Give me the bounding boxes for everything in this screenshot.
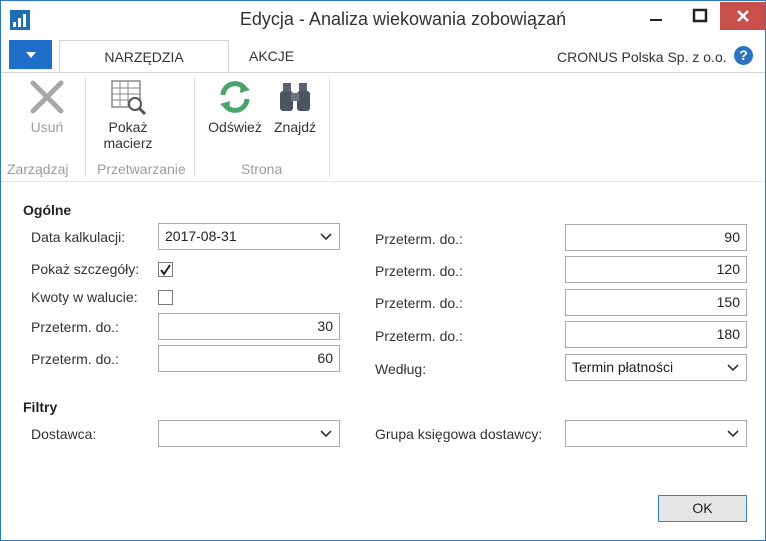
currency-amounts-checkbox[interactable] [158,290,173,305]
overdue-label-6: Przeterm. do.: [375,328,463,344]
application-menu-button[interactable] [9,40,52,69]
dialog-window: Edycja - Analiza wiekowania zobowiązań N… [0,0,766,541]
show-details-label: Pokaż szczegóły: [31,261,140,277]
show-details-checkbox[interactable] [158,262,173,277]
close-icon [736,10,749,22]
minimize-button[interactable] [634,2,678,30]
title-bar[interactable]: Edycja - Analiza wiekowania zobowiązań [1,1,765,38]
by-select-value: Termin płatności [572,359,674,375]
calc-date-input[interactable]: 2017-08-31 [158,223,340,250]
show-matrix-label-1: Pokaż [108,119,148,135]
section-title-filters: Filtry [23,399,58,415]
overdue-input-6[interactable]: 180 [565,321,747,348]
minimize-icon [650,19,662,21]
show-matrix-label-2: macierz [103,135,153,151]
group-label-manage: Zarządzaj [7,161,69,177]
posting-group-label: Grupa księgowa dostawcy: [375,426,543,442]
find-button[interactable]: Znajdź [269,77,321,135]
overdue-input-1[interactable]: 30 [158,313,340,340]
overdue-input-5[interactable]: 150 [565,289,747,316]
group-label-page: Strona [241,161,283,177]
currency-amounts-label: Kwoty w walucie: [31,289,138,305]
overdue-label-3: Przeterm. do.: [375,231,463,247]
dropdown-arrow-icon [25,51,36,58]
delete-button-label: Usuń [30,119,64,135]
show-matrix-button[interactable]: Pokaż macierz [97,77,159,151]
overdue-input-4[interactable]: 120 [565,256,747,283]
section-title-general: Ogólne [23,202,72,218]
maximize-button[interactable] [678,2,722,30]
delete-button[interactable]: Usuń [23,77,71,135]
overdue-label-5: Przeterm. do.: [375,295,463,311]
ok-button[interactable]: OK [658,495,747,522]
posting-group-input[interactable] [565,420,747,447]
group-label-processing: Przetwarzanie [97,161,186,177]
binoculars-icon [275,77,315,117]
chevron-down-icon[interactable] [319,224,333,249]
ribbon-tab-bar: NARZĘDZIA GŁÓWNE AKCJE CRONUS Polska Sp.… [1,38,765,97]
chevron-down-icon[interactable] [319,421,333,446]
calc-date-label: Data kalkulacji: [31,229,126,245]
maximize-icon [692,8,708,23]
group-separator [329,77,330,177]
delete-x-icon [27,77,67,117]
matrix-icon [108,77,148,117]
close-button[interactable] [720,2,765,30]
by-label: Według: [375,361,427,377]
vendor-label: Dostawca: [31,426,97,442]
group-separator [85,77,86,177]
refresh-button[interactable]: Odśwież [206,77,264,135]
overdue-label-1: Przeterm. do.: [31,319,119,335]
help-button[interactable]: ? [734,46,753,65]
refresh-button-label: Odśwież [208,119,262,135]
company-name: CRONUS Polska Sp. z o.o. [557,49,727,65]
overdue-input-3[interactable]: 90 [565,224,747,251]
refresh-icon [215,77,255,117]
tab-home[interactable]: NARZĘDZIA GŁÓWNE [59,40,229,97]
vendor-input[interactable] [158,420,340,447]
tab-actions[interactable]: AKCJE [237,40,306,72]
overdue-label-4: Przeterm. do.: [375,263,463,279]
overdue-label-2: Przeterm. do.: [31,351,119,367]
by-select[interactable]: Termin płatności [565,354,747,381]
overdue-input-2[interactable]: 60 [158,345,340,372]
find-button-label: Znajdź [273,119,317,135]
group-separator [194,77,195,177]
checkmark-icon [160,264,171,276]
calc-date-value: 2017-08-31 [165,228,237,244]
chevron-down-icon[interactable] [726,421,740,446]
chevron-down-icon[interactable] [726,355,740,380]
ribbon-panel: Usuń Zarządzaj Pokaż macierz Przetwarzan… [1,73,765,182]
